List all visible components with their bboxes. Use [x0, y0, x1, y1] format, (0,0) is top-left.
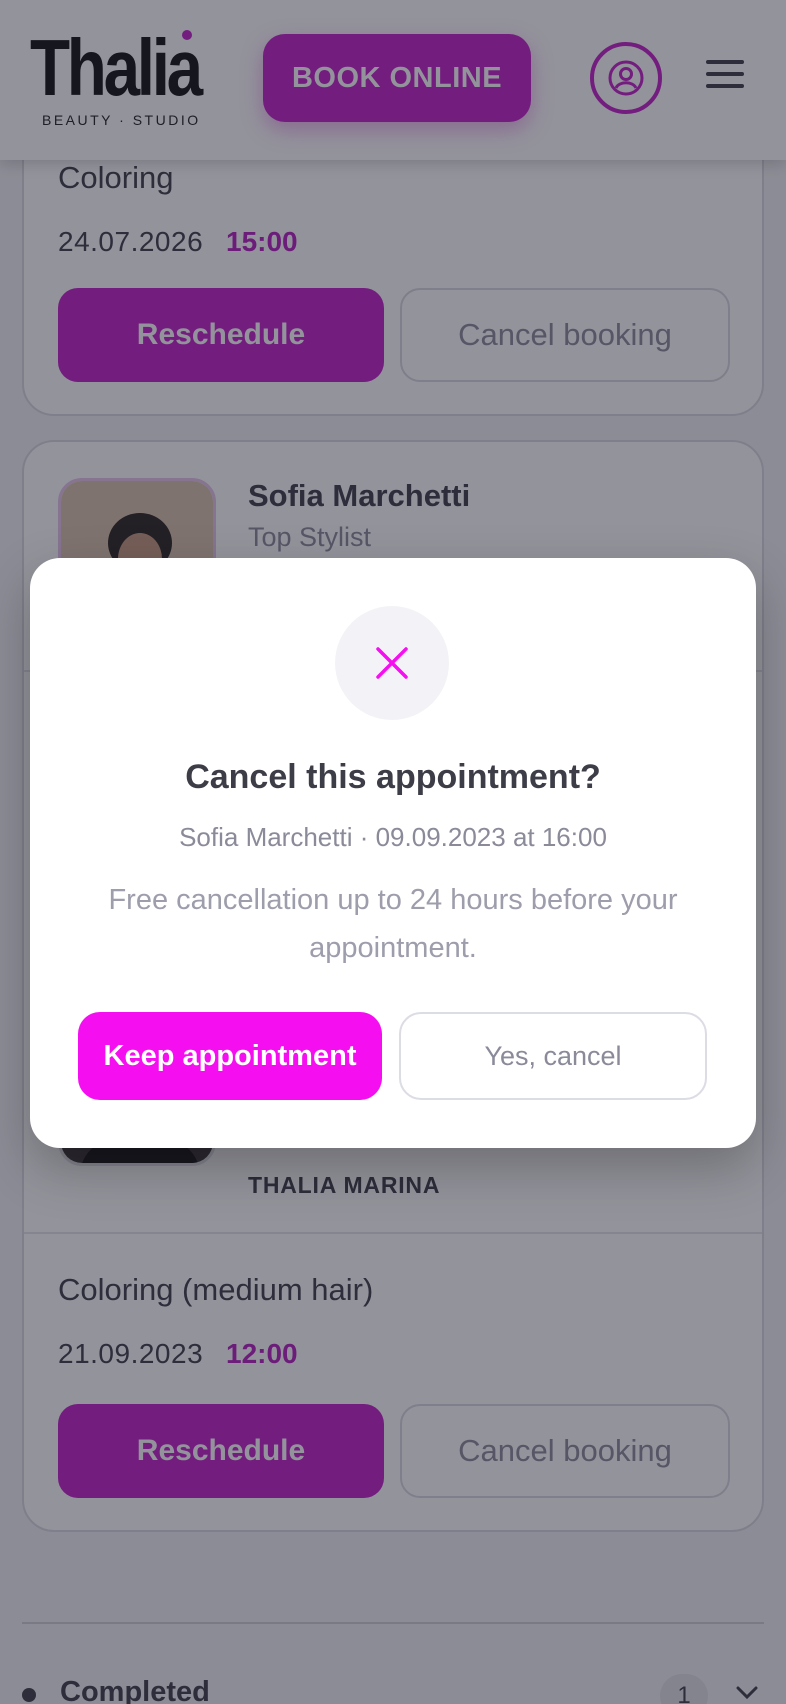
dialog-subtitle: Sofia Marchetti · 09.09.2023 at 16:00: [179, 822, 607, 852]
yes-cancel-button[interactable]: Yes, cancel: [399, 1012, 707, 1100]
cancel-appointment-dialog: Cancel this appointment? Sofia Marchetti…: [30, 558, 756, 1148]
dialog-note: Free cancellation up to 24 hours before …: [108, 884, 678, 964]
close-icon-badge: [335, 606, 449, 720]
keep-appointment-button[interactable]: Keep appointment: [78, 1012, 382, 1100]
close-icon: [376, 647, 408, 679]
dialog-title: Cancel this appointment?: [185, 758, 601, 796]
